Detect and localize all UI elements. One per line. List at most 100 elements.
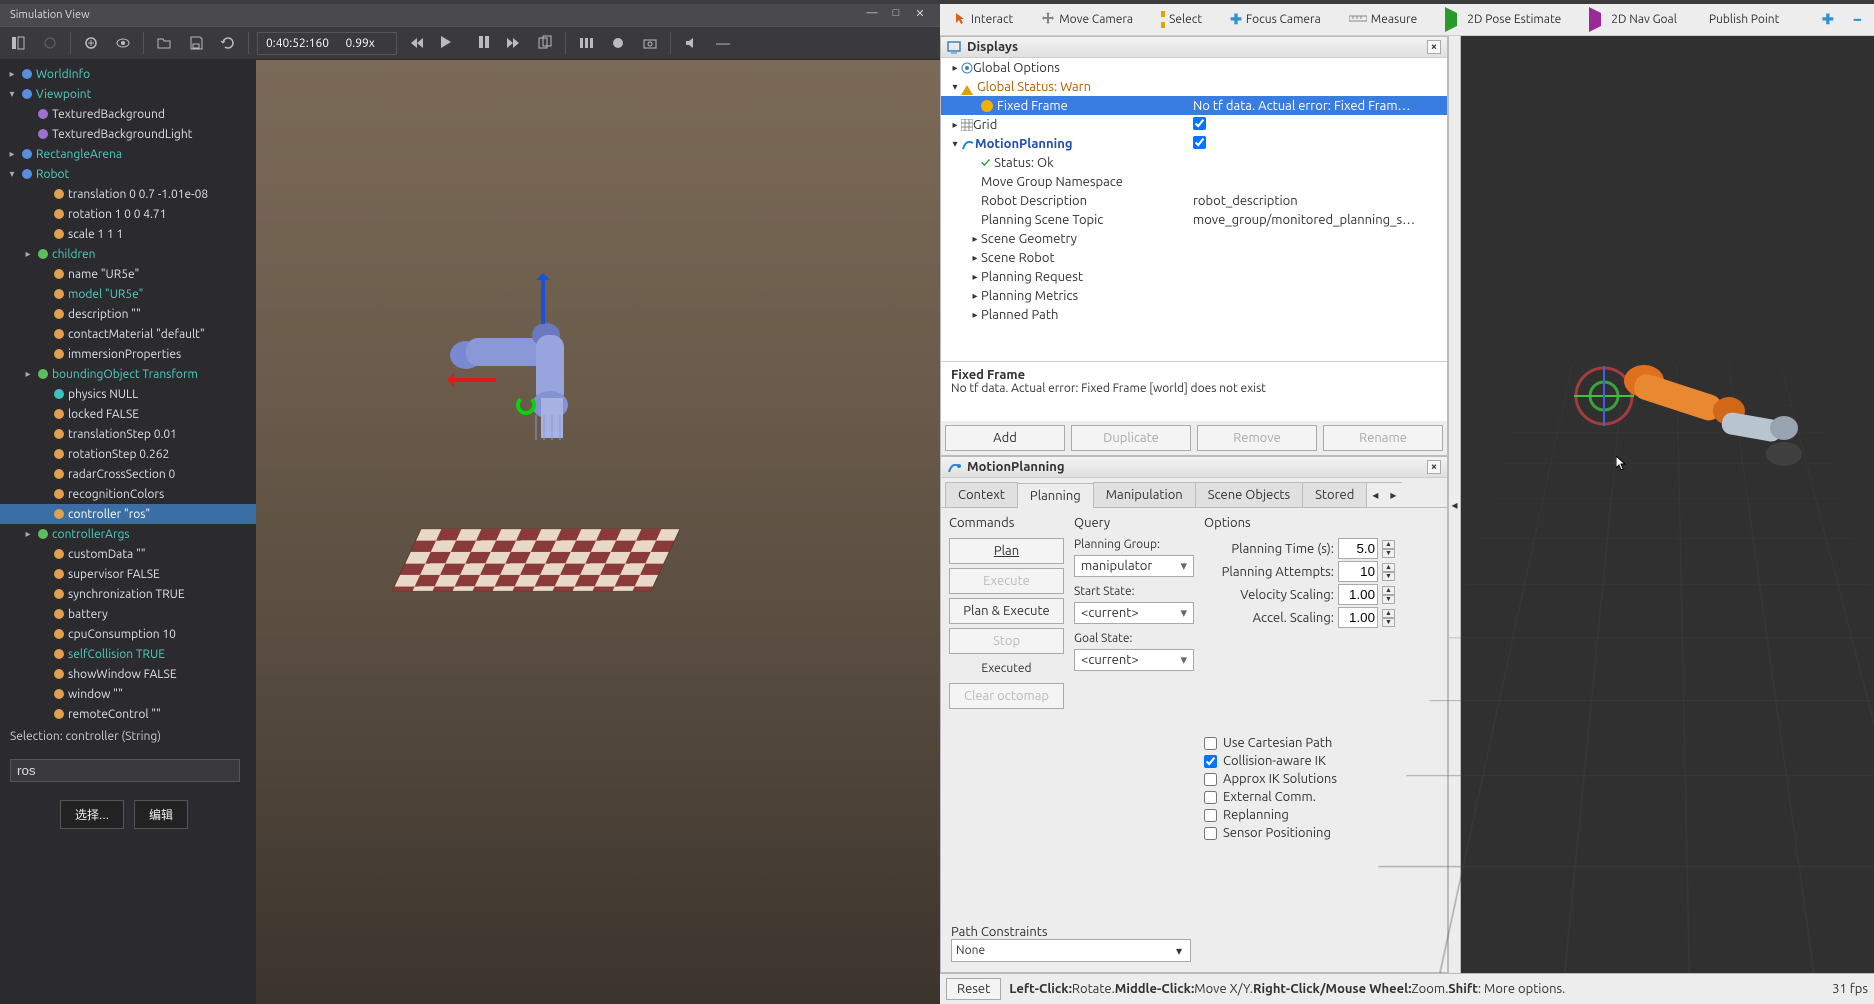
start-state-select[interactable]: <current> — [1074, 602, 1194, 624]
tree-row[interactable]: synchronization TRUE — [0, 584, 256, 604]
display-row[interactable]: Planning Scene Topicmove_group/monitored… — [941, 210, 1447, 229]
display-enable-checkbox[interactable] — [1193, 117, 1206, 130]
tool-nav[interactable]: 2D Nav Goal — [1582, 10, 1684, 29]
displays-tree[interactable]: ▸Global Options▾Global Status: WarnFixed… — [941, 58, 1447, 361]
fast-forward-icon[interactable] — [501, 31, 525, 55]
expand-icon[interactable]: ▸ — [969, 271, 981, 283]
displays-panel-header[interactable]: Displays × — [941, 37, 1447, 58]
rviz-3d-view[interactable] — [1460, 36, 1874, 973]
new-node-icon[interactable] — [79, 31, 103, 55]
tool-move[interactable]: Move Camera — [1034, 8, 1140, 31]
option-checkbox[interactable] — [1204, 809, 1217, 822]
tree-row[interactable]: ▸children — [0, 244, 256, 264]
screenshot-icon[interactable] — [638, 31, 662, 55]
expand-icon[interactable]: ▾ — [949, 138, 961, 150]
tool-pub[interactable]: Publish Point — [1698, 10, 1786, 29]
spin-down-icon[interactable]: ▼ — [1382, 595, 1395, 604]
tree-row[interactable]: customData "" — [0, 544, 256, 564]
expand-icon[interactable]: ▸ — [22, 248, 34, 260]
expand-icon[interactable]: ▾ — [949, 81, 961, 93]
select-button[interactable]: 选择... — [60, 800, 124, 829]
tree-row[interactable]: contactMaterial "default" — [0, 324, 256, 344]
tab-scene-objects[interactable]: Scene Objects — [1195, 482, 1303, 507]
remove-tool-icon[interactable]: ━ — [1847, 10, 1868, 30]
option-checkbox[interactable] — [1204, 773, 1217, 786]
tree-row[interactable]: ▸RectangleArena — [0, 144, 256, 164]
tree-row[interactable]: supervisor FALSE — [0, 564, 256, 584]
tool-interact[interactable]: Interact — [946, 8, 1020, 31]
tree-row[interactable]: ▸controllerArgs — [0, 524, 256, 544]
play-icon[interactable] — [437, 31, 461, 55]
tree-row[interactable]: recognitionColors — [0, 484, 256, 504]
tab-context[interactable]: Context — [945, 482, 1018, 507]
open-icon[interactable] — [152, 31, 176, 55]
tree-row[interactable]: name "UR5e" — [0, 264, 256, 284]
rewind-icon[interactable] — [405, 31, 429, 55]
display-row[interactable]: Robot Descriptionrobot_description — [941, 191, 1447, 210]
tool-measure[interactable]: Measure — [1342, 10, 1424, 29]
option-spin-input[interactable] — [1338, 584, 1378, 605]
display-row[interactable]: ▸Planning Request — [941, 267, 1447, 286]
tree-row[interactable]: ▸WorldInfo — [0, 64, 256, 84]
reload-icon[interactable] — [216, 31, 240, 55]
display-row[interactable]: ▸Planned Path — [941, 305, 1447, 324]
motion-planning-header[interactable]: MotionPlanning × — [941, 457, 1447, 478]
tool-select[interactable]: Select — [1154, 10, 1209, 29]
tree-row[interactable]: model "UR5e" — [0, 284, 256, 304]
display-row[interactable]: ▾MotionPlanning — [941, 134, 1447, 153]
show-scene-tree-icon[interactable] — [6, 31, 30, 55]
close-mp-panel-icon[interactable]: × — [1427, 460, 1441, 474]
spin-up-icon[interactable]: ▲ — [1382, 563, 1395, 572]
scene-tree[interactable]: ▸WorldInfo▾ViewpointTexturedBackgroundTe… — [0, 60, 256, 1004]
tab-planning[interactable]: Planning — [1017, 483, 1094, 508]
webots-3d-viewport[interactable] — [256, 60, 940, 1004]
expand-icon[interactable]: ▸ — [969, 252, 981, 264]
plan-execute-button[interactable]: Plan & Execute — [949, 598, 1064, 624]
tool-pose[interactable]: 2D Pose Estimate — [1438, 10, 1568, 29]
tree-row[interactable]: cpuConsumption 10 — [0, 624, 256, 644]
tree-row[interactable]: description "" — [0, 304, 256, 324]
reset-view-button[interactable]: Reset — [946, 978, 1001, 1000]
sound-icon[interactable] — [679, 31, 703, 55]
option-check-row[interactable]: Collision-aware IK — [1204, 752, 1439, 770]
display-row[interactable]: ▸Grid — [941, 115, 1447, 134]
tree-row[interactable]: TexturedBackground — [0, 104, 256, 124]
display-row[interactable]: ▸Scene Geometry — [941, 229, 1447, 248]
option-checkbox[interactable] — [1204, 827, 1217, 840]
execute-button[interactable]: Execute — [949, 568, 1064, 594]
goal-state-select[interactable]: <current> — [1074, 649, 1194, 671]
display-row[interactable]: Move Group Namespace — [941, 172, 1447, 191]
option-checkbox[interactable] — [1204, 737, 1217, 750]
tree-row[interactable]: ▾Robot — [0, 164, 256, 184]
expand-icon[interactable]: ▾ — [6, 88, 18, 100]
step-icon[interactable] — [533, 31, 557, 55]
tree-row[interactable]: translationStep 0.01 — [0, 424, 256, 444]
expand-icon[interactable]: ▾ — [6, 168, 18, 180]
option-checkbox[interactable] — [1204, 755, 1217, 768]
remove-display-button[interactable]: Remove — [1197, 425, 1317, 451]
tree-row[interactable]: rotationStep 0.262 — [0, 444, 256, 464]
plan-button[interactable]: Plan — [949, 538, 1064, 564]
tool-focus[interactable]: ✚Focus Camera — [1223, 8, 1328, 31]
duplicate-display-button[interactable]: Duplicate — [1071, 425, 1191, 451]
tree-row[interactable]: locked FALSE — [0, 404, 256, 424]
spin-down-icon[interactable]: ▼ — [1382, 618, 1395, 627]
tab-scroll-right[interactable]: ▸ — [1384, 482, 1402, 507]
rviz-robot-model[interactable] — [1514, 336, 1814, 519]
tree-row[interactable]: ▸boundingObject Transform — [0, 364, 256, 384]
tree-row[interactable]: controller "ros" — [0, 504, 256, 524]
minimize-icon[interactable]: — — [862, 7, 882, 23]
option-check-row[interactable]: Use Cartesian Path — [1204, 734, 1439, 752]
controller-value-input[interactable] — [10, 759, 240, 782]
pause-icon[interactable] — [469, 31, 493, 55]
tree-row[interactable]: immersionProperties — [0, 344, 256, 364]
display-row[interactable]: ▸Global Options — [941, 58, 1447, 77]
tree-row[interactable]: radarCrossSection 0 — [0, 464, 256, 484]
add-display-button[interactable]: Add — [945, 425, 1065, 451]
expand-icon[interactable]: ▸ — [969, 309, 981, 321]
tree-row[interactable]: window "" — [0, 684, 256, 704]
tree-row[interactable]: selfCollision TRUE — [0, 644, 256, 664]
tree-row[interactable]: showWindow FALSE — [0, 664, 256, 684]
tree-row[interactable]: TexturedBackgroundLight — [0, 124, 256, 144]
tree-row[interactable]: physics NULL — [0, 384, 256, 404]
